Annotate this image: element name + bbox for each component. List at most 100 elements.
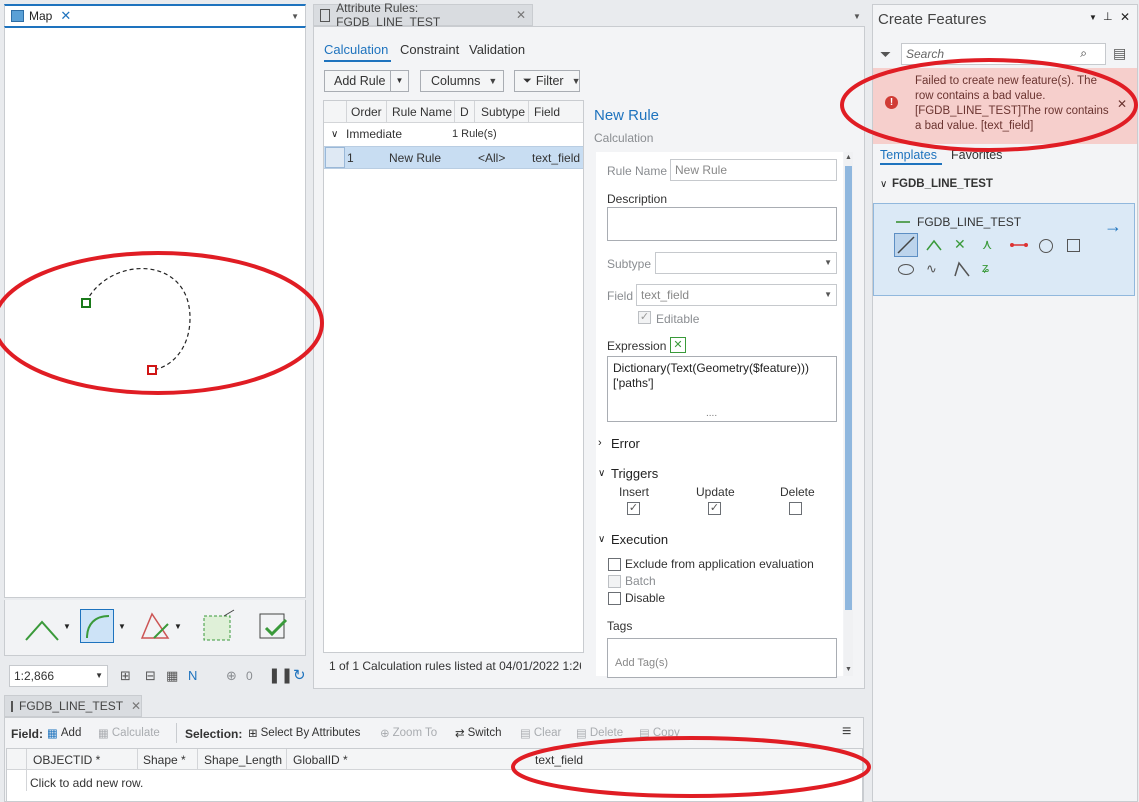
- rectangle-tool-icon[interactable]: [1067, 239, 1080, 252]
- search-input[interactable]: Search ⌕: [901, 43, 1106, 65]
- close-icon[interactable]: ✕: [1117, 97, 1127, 111]
- close-icon[interactable]: ✕: [516, 8, 526, 22]
- cross-line-icon[interactable]: ✕: [954, 236, 966, 253]
- polygon-tool-icon[interactable]: [138, 610, 172, 644]
- col-globalid[interactable]: GlobalID *: [293, 753, 348, 767]
- expression-editor-icon[interactable]: ✕: [670, 337, 686, 353]
- calculate-button[interactable]: ▦ Calculate: [98, 726, 160, 740]
- row-selector[interactable]: [325, 147, 345, 168]
- subtype-select[interactable]: ▼: [655, 252, 837, 274]
- refresh-icon[interactable]: ↻: [293, 666, 306, 684]
- line-tool-button[interactable]: [894, 233, 918, 257]
- clear-button[interactable]: ▤ Clear: [520, 726, 561, 740]
- rotation-icon[interactable]: ⊕: [226, 668, 237, 684]
- chevron-down-icon[interactable]: ∨: [598, 534, 605, 545]
- freehand-tool-icon[interactable]: ∿: [926, 261, 937, 277]
- group-count: 1 Rule(s): [452, 128, 497, 140]
- close-icon[interactable]: ✕: [131, 699, 141, 713]
- north-arrow-icon[interactable]: N: [188, 668, 197, 683]
- row-order: 1: [347, 151, 354, 165]
- tab-constraint[interactable]: Constraint: [400, 42, 459, 57]
- zoom-to-button[interactable]: ⊕ Zoom To: [380, 726, 437, 740]
- chevron-down-icon[interactable]: ▼: [174, 622, 182, 631]
- scale-combo[interactable]: 1:2,866 ▼: [9, 665, 108, 687]
- scroll-down-icon[interactable]: ▼: [845, 666, 852, 673]
- chevron-down-icon[interactable]: ▼: [853, 12, 861, 21]
- scrollbar-thumb[interactable]: [845, 166, 852, 610]
- circle-tool-icon[interactable]: [1039, 239, 1053, 253]
- filter-button[interactable]: ⏷ Filter ▼: [514, 70, 581, 92]
- insert-checkbox[interactable]: ✓: [627, 502, 640, 515]
- rule-name-input[interactable]: New Rule: [670, 159, 837, 181]
- editable-checkbox[interactable]: ✓: [638, 311, 651, 324]
- stream-tool-icon[interactable]: ʑ: [982, 260, 989, 275]
- col-text-field[interactable]: text_field: [535, 753, 583, 767]
- new-row-placeholder[interactable]: Click to add new row.: [30, 776, 143, 790]
- switch-button[interactable]: ⇄ Switch: [455, 726, 502, 740]
- copy-icon: ▤: [639, 728, 650, 740]
- triggers-section[interactable]: Triggers: [611, 466, 658, 481]
- copy-button[interactable]: ▤ Copy: [639, 726, 680, 740]
- tags-input[interactable]: Add Tag(s): [607, 638, 837, 678]
- reshape-tool-icon[interactable]: [200, 608, 238, 644]
- resize-handle-icon[interactable]: ....: [706, 406, 717, 421]
- ellipse-tool-icon[interactable]: [898, 264, 914, 275]
- col-rule-name[interactable]: Rule Name: [392, 105, 452, 119]
- table-tab[interactable]: FGDB_LINE_TEST ✕: [4, 695, 142, 717]
- col-order[interactable]: Order: [351, 105, 382, 119]
- tab-templates[interactable]: Templates: [880, 148, 937, 162]
- col-field[interactable]: Field: [534, 105, 560, 119]
- columns-button[interactable]: Columns ▼: [420, 70, 504, 92]
- add-field-button[interactable]: ▦ Add: [47, 726, 81, 740]
- expression-input[interactable]: Dictionary(Text(Geometry($feature))) ['p…: [607, 356, 837, 422]
- graticule-icon[interactable]: ▦: [166, 668, 178, 684]
- chevron-down-icon[interactable]: ∨: [880, 179, 887, 190]
- delete-button[interactable]: ▤ Delete: [576, 726, 623, 740]
- table-icon[interactable]: ⊟: [145, 668, 156, 684]
- manage-templates-icon[interactable]: ▤: [1113, 45, 1126, 62]
- grid-icon[interactable]: ⊞: [120, 668, 131, 684]
- close-icon[interactable]: ✕: [1120, 10, 1130, 24]
- tab-calculation[interactable]: Calculation: [324, 42, 388, 57]
- select-by-attributes-button[interactable]: ⊞ Select By Attributes: [248, 726, 360, 740]
- chevron-down-icon[interactable]: ▼: [1089, 13, 1097, 22]
- col-d[interactable]: D: [460, 105, 469, 119]
- batch-checkbox[interactable]: [608, 575, 621, 588]
- delete-checkbox[interactable]: [789, 502, 802, 515]
- execution-section[interactable]: Execution: [611, 532, 668, 547]
- arrow-right-icon[interactable]: →: [1104, 216, 1122, 237]
- scroll-up-icon[interactable]: ▲: [845, 154, 852, 161]
- line-tool-icon[interactable]: [24, 614, 64, 644]
- vertex-line-icon[interactable]: [925, 237, 943, 253]
- chevron-down-icon[interactable]: ∨: [331, 129, 338, 140]
- pin-icon[interactable]: ⊥: [1103, 10, 1113, 23]
- attribute-rules-tab[interactable]: Attribute Rules: FGDB_LINE_TEST ✕: [313, 1, 533, 29]
- col-shape[interactable]: Shape *: [143, 753, 186, 767]
- trace-tool-icon[interactable]: [953, 260, 971, 278]
- filter-icon[interactable]: ⏷: [880, 46, 891, 63]
- add-rule-button[interactable]: Add Rule ▼: [324, 70, 409, 92]
- col-objectid[interactable]: OBJECTID *: [33, 753, 100, 767]
- update-checkbox[interactable]: ✓: [708, 502, 721, 515]
- pause-icon[interactable]: ❚❚: [268, 666, 293, 684]
- disable-checkbox[interactable]: [608, 592, 621, 605]
- chevron-down-icon[interactable]: ∨: [598, 468, 605, 479]
- arc-tool-button[interactable]: [80, 609, 114, 643]
- branch-line-icon[interactable]: ⋏: [982, 236, 992, 253]
- chevron-down-icon[interactable]: ▼: [118, 622, 126, 631]
- two-point-line-icon[interactable]: [1009, 239, 1029, 251]
- menu-icon[interactable]: ≡: [842, 723, 851, 741]
- chevron-down-icon[interactable]: ▼: [390, 71, 408, 91]
- chevron-down-icon[interactable]: ▼: [63, 622, 71, 631]
- description-input[interactable]: [607, 207, 837, 241]
- col-subtype[interactable]: Subtype: [481, 105, 525, 119]
- row-rule-name: New Rule: [389, 151, 442, 165]
- exclude-checkbox[interactable]: [608, 558, 621, 571]
- field-select[interactable]: text_field ▼: [636, 284, 837, 306]
- finish-sketch-icon[interactable]: [256, 610, 290, 644]
- tab-favorites[interactable]: Favorites: [951, 148, 1002, 162]
- col-shape-length[interactable]: Shape_Length: [204, 753, 282, 767]
- tab-validation[interactable]: Validation: [469, 42, 525, 57]
- error-section[interactable]: Error: [611, 436, 640, 451]
- chevron-right-icon[interactable]: ›: [598, 437, 602, 449]
